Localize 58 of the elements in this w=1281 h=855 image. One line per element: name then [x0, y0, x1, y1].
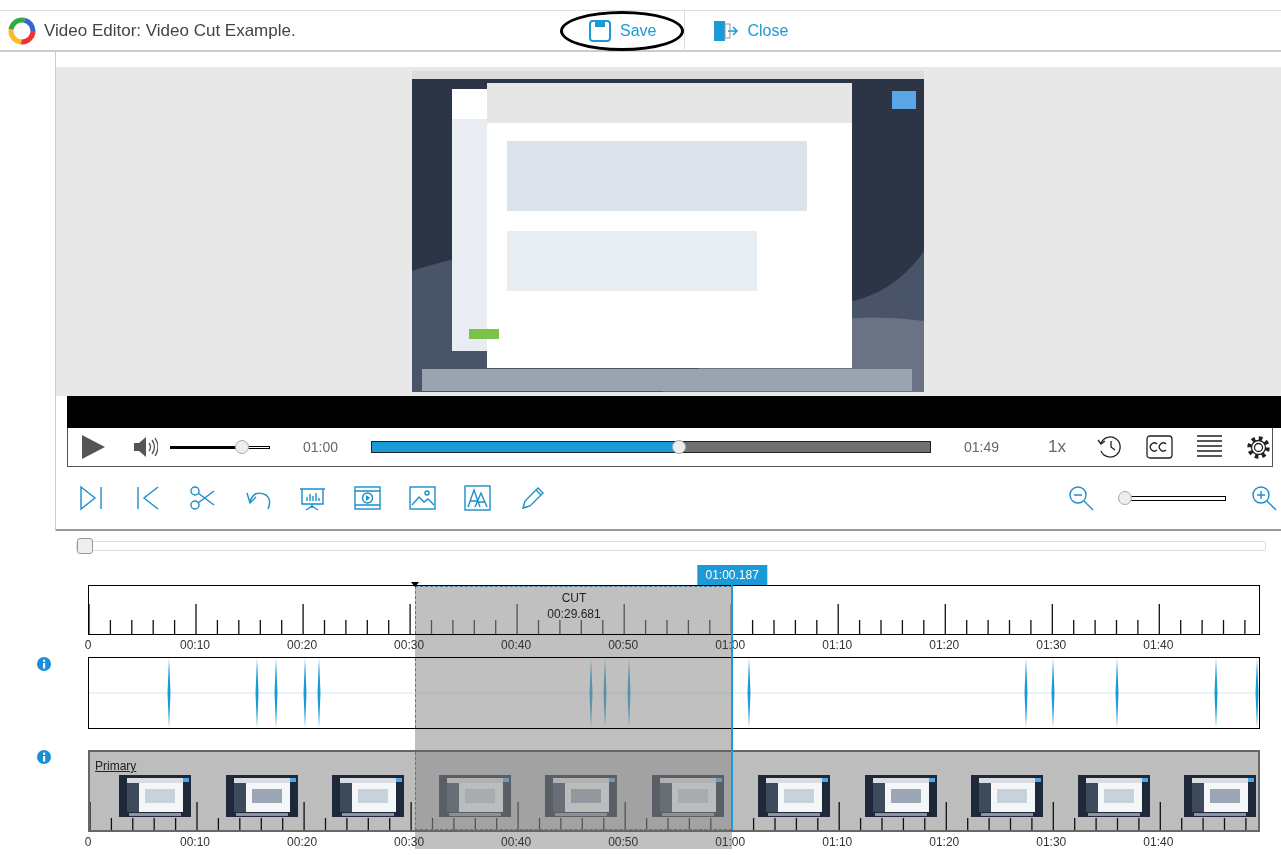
zoom-slider-thumb[interactable]: [1118, 491, 1133, 505]
time-label: 01:30: [1036, 637, 1067, 654]
history-icon[interactable]: [1096, 434, 1124, 460]
volume-slider-thumb[interactable]: [235, 440, 250, 454]
play-icon[interactable]: [79, 434, 106, 460]
scrollbar-handle[interactable]: [77, 537, 93, 554]
info-icon[interactable]: [37, 657, 51, 671]
list-icon[interactable]: [1196, 434, 1223, 460]
time-label: 0: [84, 637, 92, 654]
time-label: 01:10: [822, 834, 853, 851]
time-label: 00:50: [608, 637, 639, 654]
playhead-time: 01:00.187: [697, 565, 767, 585]
captions-icon[interactable]: [1146, 435, 1173, 459]
cut-region[interactable]: [415, 752, 732, 830]
time-label: 00:50: [608, 834, 639, 851]
door-exit-icon: [713, 18, 740, 43]
time-label: 01:30: [1036, 834, 1067, 851]
app-title: Video Editor: Video Cut Example.: [44, 19, 296, 42]
volume-icon[interactable]: [131, 435, 158, 459]
progress-bar[interactable]: [371, 441, 931, 453]
presentation-chart-icon[interactable]: [298, 485, 326, 511]
time-label: 00:10: [180, 834, 211, 851]
time-label: 01:40: [1143, 834, 1174, 851]
cut-start-marker[interactable]: [410, 582, 419, 587]
duration-time: 01:49: [964, 437, 1000, 457]
close-button[interactable]: Close: [685, 10, 817, 51]
time-label: 00:20: [287, 637, 318, 654]
time-label: 00:40: [501, 637, 532, 654]
time-label: 00:10: [180, 637, 211, 654]
time-label: 01:00: [715, 834, 746, 851]
playback-speed[interactable]: 1x: [1048, 434, 1066, 460]
save-button[interactable]: Save: [560, 10, 685, 51]
cut-region[interactable]: CUT 00:29.681: [414, 586, 733, 634]
horizontal-scrollbar[interactable]: [76, 540, 1266, 551]
time-label: 0: [84, 834, 92, 851]
time-label: 01:20: [929, 637, 960, 654]
scissors-icon[interactable]: [188, 485, 216, 511]
zoom-in-icon[interactable]: [1251, 485, 1277, 511]
info-icon[interactable]: [37, 750, 51, 764]
time-label: 01:10: [822, 637, 853, 654]
time-label: 00:30: [394, 637, 425, 654]
time-label: 00:20: [287, 834, 318, 851]
app-logo: [8, 16, 36, 45]
image-icon[interactable]: [408, 485, 436, 511]
time-label: 00:30: [394, 834, 425, 851]
cut-duration: 00:29.681: [546, 606, 602, 622]
track-name[interactable]: Primary: [95, 757, 137, 775]
progress-thumb[interactable]: [671, 440, 686, 454]
zoom-out-icon[interactable]: [1068, 485, 1094, 511]
text-icon[interactable]: [463, 485, 491, 511]
current-time: 01:00: [302, 437, 338, 457]
video-frame-icon[interactable]: [353, 485, 381, 511]
time-label: 00:40: [501, 834, 532, 851]
time-label: 01:20: [929, 834, 960, 851]
time-label: 01:40: [1143, 637, 1174, 654]
settings-icon[interactable]: [1245, 433, 1272, 461]
save-icon: [588, 18, 612, 43]
cut-label: CUT: [560, 590, 588, 606]
